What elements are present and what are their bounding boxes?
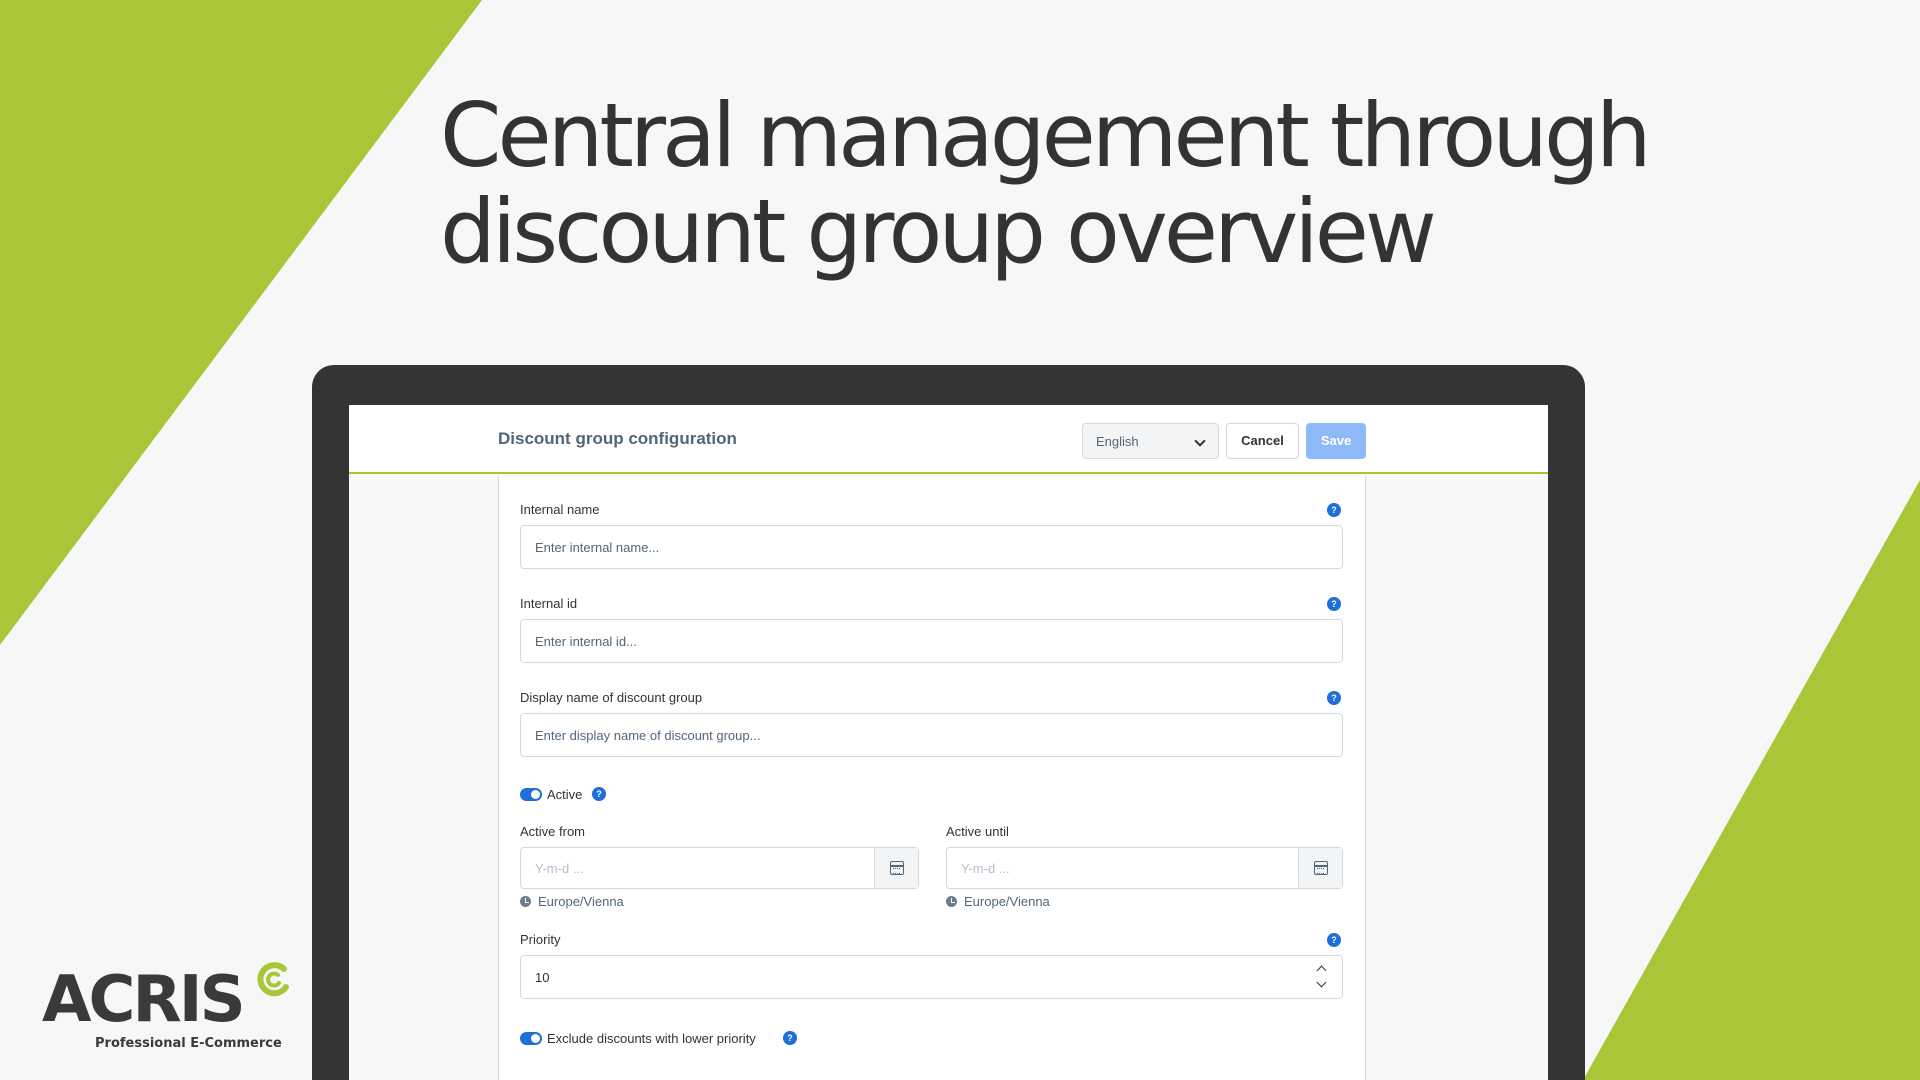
priority-stepper[interactable] [1316,962,1328,992]
logo-tagline: Professional E-Commerce [95,1036,282,1051]
display-name-input[interactable]: Enter display name of discount group... [520,713,1343,757]
active-until-timezone: Europe/Vienna [946,894,1050,909]
headline-line-1: Central management through [440,84,1652,187]
active-from-calendar-button[interactable] [874,848,918,888]
clock-icon [520,896,531,907]
language-select[interactable]: English [1082,423,1219,459]
priority-input[interactable]: 10 [520,955,1343,999]
headline: Central management through discount grou… [440,84,1652,283]
active-until-input[interactable]: Y-m-d ... [946,847,1343,889]
active-until-calendar-button[interactable] [1298,848,1342,888]
page-header: Discount group configuration English Can… [349,405,1548,474]
internal-name-input[interactable]: Enter internal name... [520,525,1343,569]
active-until-timezone-text: Europe/Vienna [964,894,1050,909]
headline-line-2: discount group overview [440,180,1437,283]
question-circle-icon[interactable]: ? [1327,503,1341,517]
calendar-icon [890,861,904,875]
priority-value: 10 [535,970,550,985]
question-circle-icon[interactable]: ? [592,787,606,801]
chevron-down-icon[interactable] [1316,977,1327,988]
active-from-placeholder: Y-m-d ... [535,861,584,876]
display-name-label: Display name of discount group [520,690,703,705]
configuration-card: Internal name ? Enter internal name... I… [498,476,1366,1080]
logo-wordmark: ACRIS [42,963,246,1037]
app-screen: Discount group configuration English Can… [349,405,1548,1080]
internal-id-input[interactable]: Enter internal id... [520,619,1343,663]
calendar-icon [1314,861,1328,875]
green-triangle-right [1583,480,1920,1080]
active-from-timezone-text: Europe/Vienna [538,894,624,909]
active-until-label: Active until [946,824,1009,839]
internal-id-label: Internal id [520,596,578,611]
question-circle-icon[interactable]: ? [1327,933,1341,947]
chevron-up-icon[interactable] [1316,965,1327,976]
active-toggle[interactable] [520,788,542,801]
laptop-frame: Discount group configuration English Can… [312,365,1585,1080]
cancel-button[interactable]: Cancel [1226,423,1299,459]
question-circle-icon[interactable]: ? [1327,691,1341,705]
active-from-timezone: Europe/Vienna [520,894,624,909]
active-label: Active [547,787,583,802]
language-select-value: English [1096,434,1139,449]
active-from-label: Active from [520,824,586,839]
question-circle-icon[interactable]: ? [1327,597,1341,611]
exclude-lower-priority-toggle[interactable] [520,1032,542,1045]
internal-name-label: Internal name [520,502,600,517]
exclude-lower-priority-label: Exclude discounts with lower priority [547,1031,756,1046]
priority-label: Priority [520,932,561,947]
save-button[interactable]: Save [1306,423,1366,459]
clock-icon [946,896,957,907]
page-title: Discount group configuration [498,429,737,448]
chevron-down-icon [1194,435,1206,447]
active-from-input[interactable]: Y-m-d ... [520,847,919,889]
acris-logo: ACRIS Professional E-Commerce [42,962,302,1055]
question-circle-icon[interactable]: ? [783,1031,797,1045]
active-until-placeholder: Y-m-d ... [961,861,1010,876]
logo-swirl-icon [257,962,289,997]
